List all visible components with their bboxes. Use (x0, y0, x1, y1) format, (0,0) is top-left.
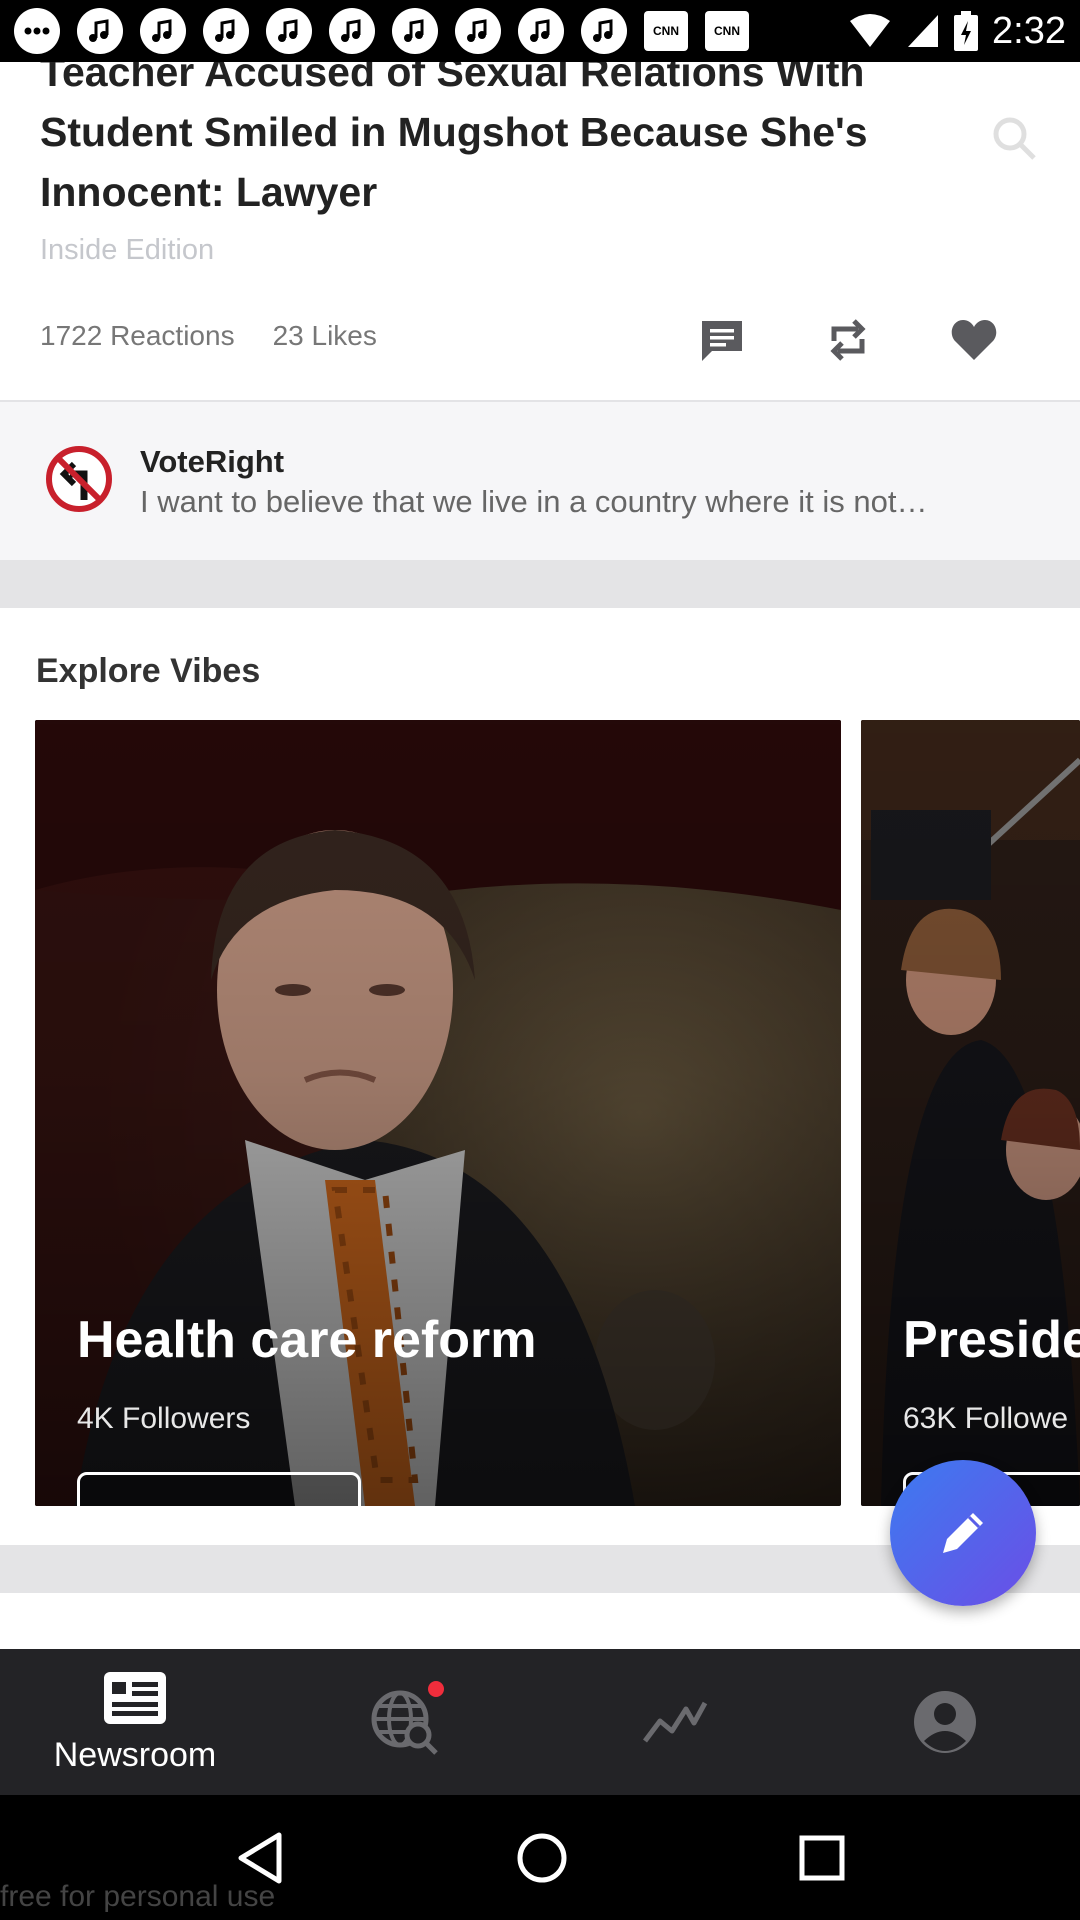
tab-profile[interactable] (810, 1649, 1080, 1795)
tab-explore[interactable] (270, 1649, 540, 1795)
music-icon (392, 8, 438, 54)
section-separator (0, 560, 1080, 608)
like-button[interactable] (944, 310, 1004, 370)
vibe-card-overlay (35, 720, 841, 1506)
comment-preview[interactable]: VoteRight I want to believe that we live… (0, 402, 1080, 560)
music-icon (455, 8, 501, 54)
trending-icon (643, 1701, 708, 1743)
reactions-count[interactable]: 1722 Reactions (40, 320, 235, 352)
vibe-card-followers: 63K Followe (903, 1402, 1069, 1435)
explore-vibes-section: Explore Vibes Health care reform 4K Foll… (0, 608, 1080, 1543)
section-title: Explore Vibes (36, 652, 261, 690)
comment-author[interactable]: VoteRight (140, 444, 284, 480)
back-icon[interactable] (235, 1831, 285, 1885)
vibe-card-overlay (861, 720, 1080, 1506)
music-icon (77, 8, 123, 54)
search-icon (993, 117, 1036, 160)
vibe-card-title: Preside (903, 1311, 1080, 1369)
cnn-label: CNN (653, 24, 679, 38)
share-button[interactable] (818, 310, 878, 370)
article-stats: 1722 Reactions 23 Likes (40, 320, 377, 352)
comment-button[interactable] (692, 310, 752, 370)
profile-icon (914, 1691, 976, 1753)
music-icon (266, 8, 312, 54)
music-icon (518, 8, 564, 54)
tab-newsroom[interactable]: Newsroom (0, 1649, 270, 1795)
likes-count[interactable]: 23 Likes (273, 320, 377, 352)
heart-icon (951, 320, 997, 360)
comment-icon (702, 321, 742, 361)
battery-icon (954, 11, 979, 51)
vibe-card-health-care[interactable]: Health care reform 4K Followers Follow (35, 720, 841, 1506)
wifi-icon (850, 14, 891, 47)
article-source[interactable]: Inside Edition (40, 234, 214, 267)
status-bar: CNN CNN 2:32 (0, 0, 1080, 62)
music-icon (329, 8, 375, 54)
notification-badge (428, 1681, 444, 1697)
follow-button[interactable]: Follow (77, 1472, 361, 1506)
clock: 2:32 (992, 9, 1066, 52)
globe-search-icon (371, 1690, 438, 1755)
vibe-card-title: Health care reform (77, 1311, 537, 1369)
home-icon[interactable] (516, 1832, 568, 1884)
tab-trending[interactable] (540, 1649, 810, 1795)
next-section (0, 1593, 1080, 1649)
newsroom-icon (104, 1671, 166, 1724)
watermark: free for personal use (0, 1880, 276, 1913)
article-card[interactable]: Teacher Accused of Sexual Relations With… (0, 62, 1080, 402)
cnn-label: CNN (714, 24, 740, 38)
recents-icon[interactable] (799, 1835, 845, 1881)
cnn-icon: CNN (644, 11, 688, 51)
compose-button[interactable] (890, 1460, 1036, 1606)
music-icon (140, 8, 186, 54)
cell-signal-icon (908, 15, 939, 47)
music-icon (581, 8, 627, 54)
comment-text[interactable]: I want to believe that we live in a coun… (140, 484, 927, 520)
repost-icon (830, 319, 866, 361)
avatar[interactable] (44, 444, 114, 514)
music-icon (203, 8, 249, 54)
bottom-tab-bar: Newsroom (0, 1649, 1080, 1795)
vibe-card-president[interactable]: Preside 63K Followe Follo (861, 720, 1080, 1506)
vibe-card-followers: 4K Followers (77, 1402, 251, 1435)
message-icon (14, 8, 60, 54)
cnn-icon: CNN (705, 11, 749, 51)
article-headline[interactable]: Teacher Accused of Sexual Relations With… (40, 62, 960, 222)
pencil-icon (943, 1513, 983, 1553)
tab-label: Newsroom (53, 1735, 217, 1774)
notification-icons: CNN CNN (14, 8, 749, 54)
